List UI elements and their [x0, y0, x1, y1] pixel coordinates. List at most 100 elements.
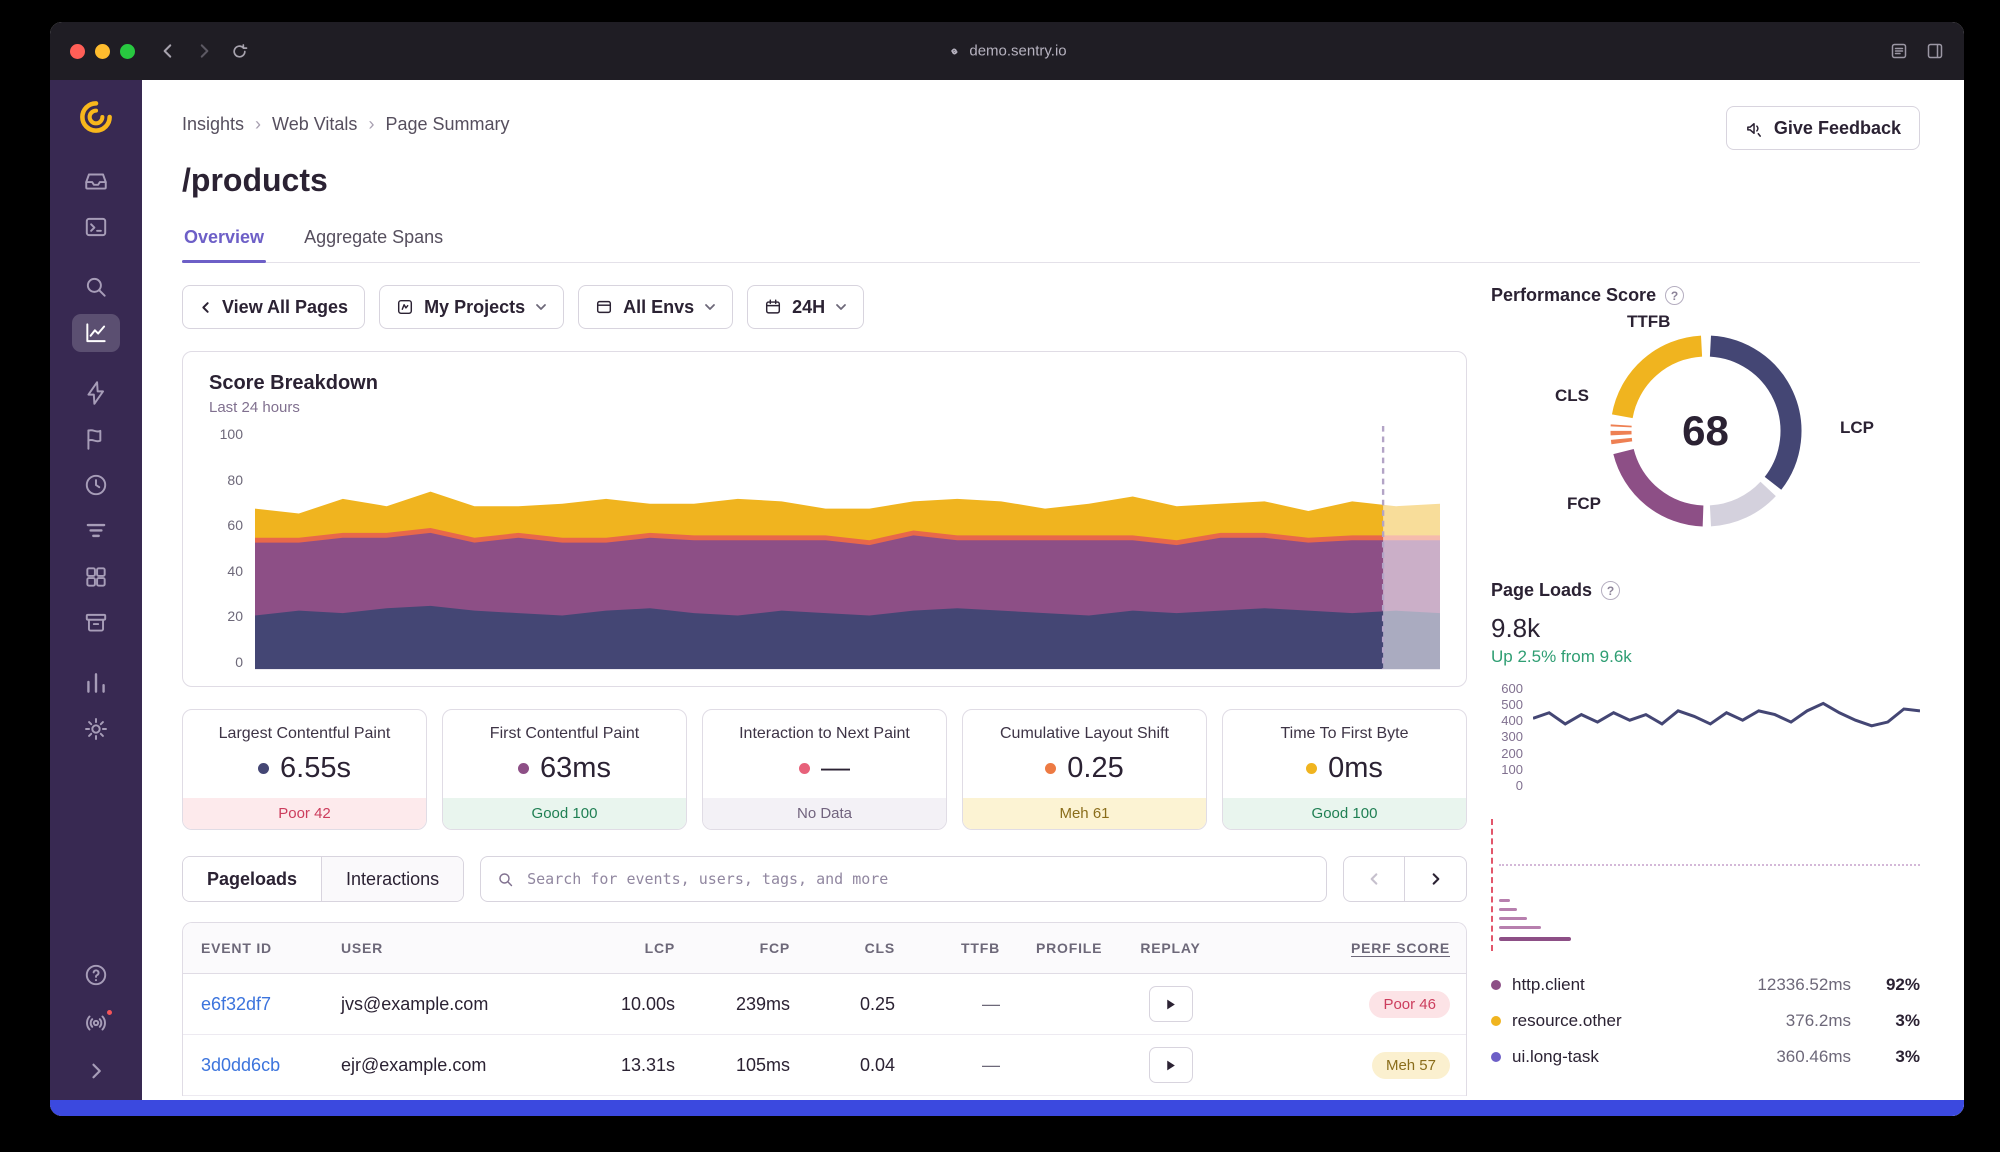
threshold-dashed-line [1491, 819, 1493, 951]
sentry-logo[interactable] [73, 94, 119, 140]
projects-filter-dropdown[interactable]: My Projects [379, 285, 565, 329]
column-header-perf-score[interactable]: PERF SCORE [1228, 923, 1466, 974]
sidebar-collapse-button[interactable] [72, 1052, 120, 1090]
next-page-button[interactable] [1405, 856, 1467, 902]
lcp-cell: 13.31s [578, 1034, 693, 1096]
vital-card-lcp[interactable]: Largest Contentful Paint 6.55s Poor 42 [182, 709, 427, 830]
reader-view-icon[interactable] [1890, 42, 1908, 60]
vital-card-fcp[interactable]: First Contentful Paint 63ms Good 100 [442, 709, 687, 830]
line-chart-icon [83, 320, 109, 346]
column-header-cls[interactable]: CLS [808, 923, 913, 974]
list-item[interactable]: ui.long-task 360.46ms 3% [1491, 1039, 1920, 1075]
page-tabs: Overview Aggregate Spans [182, 227, 1920, 263]
user-cell: ejr@example.com [323, 1034, 578, 1096]
vital-card-inp[interactable]: Interaction to Next Paint — No Data [702, 709, 947, 830]
span-op-list: http.client 12336.52ms 92% resource.othe… [1491, 967, 1920, 1075]
previous-page-button[interactable] [1343, 856, 1405, 902]
sidebar-item-search[interactable] [72, 268, 120, 306]
column-header-event-id[interactable]: EVENT ID [183, 923, 323, 974]
sidebar-item-releases[interactable] [72, 604, 120, 642]
breadcrumb: Insights › Web Vitals › Page Summary [182, 106, 510, 135]
back-icon[interactable] [159, 42, 177, 60]
sidebar-item-feedback[interactable] [72, 420, 120, 458]
sidebar-toggle-icon[interactable] [1926, 42, 1944, 60]
perf-score-badge: Meh 57 [1371, 1051, 1450, 1079]
lightning-icon [83, 380, 109, 406]
performance-score-heading: Performance Score ? [1491, 285, 1920, 306]
chevron-right-icon: › [368, 114, 375, 134]
minimize-window-button[interactable] [95, 43, 110, 59]
column-header-profile[interactable]: PROFILE [1018, 923, 1113, 974]
page-loads-heading: Page Loads ? [1491, 580, 1920, 601]
sidebar-item-stats[interactable] [72, 664, 120, 702]
bottom-banner [50, 1100, 1964, 1116]
reload-icon[interactable] [231, 43, 248, 60]
sidebar-item-issues[interactable] [72, 162, 120, 200]
replay-play-button[interactable] [1148, 986, 1193, 1022]
vital-card-ttfb[interactable]: Time To First Byte 0ms Good 100 [1222, 709, 1467, 830]
question-mark-icon[interactable]: ? [1665, 286, 1685, 305]
question-mark-icon[interactable]: ? [1601, 581, 1621, 600]
page-loads-count: 9.8k [1491, 613, 1541, 643]
column-header-user[interactable]: USER [323, 923, 578, 974]
lcp-cell: 10.00s [578, 973, 693, 1035]
date-range-dropdown[interactable]: 24H [747, 285, 865, 329]
column-header-ttfb[interactable]: TTFB [913, 923, 1018, 974]
samples-controls: Pageloads Interactions [182, 856, 1467, 902]
terminal-icon [83, 214, 109, 240]
zoom-window-button[interactable] [120, 43, 135, 59]
forward-icon[interactable] [195, 42, 213, 60]
list-item[interactable]: resource.other 376.2ms 3% [1491, 1003, 1920, 1039]
sidebar-item-explore[interactable] [72, 208, 120, 246]
filter-bar: View All Pages My Projects All Envs 24H [182, 285, 1467, 329]
search-icon [497, 871, 514, 888]
column-header-replay[interactable]: REPLAY [1113, 923, 1228, 974]
help-icon [83, 962, 109, 988]
vital-card-cls[interactable]: Cumulative Layout Shift 0.25 Meh 61 [962, 709, 1207, 830]
fcp-cell: 105ms [693, 1034, 808, 1096]
cls-dot [1045, 763, 1057, 774]
breadcrumb-item-web-vitals[interactable]: Web Vitals [272, 114, 357, 135]
breadcrumb-item-insights[interactable]: Insights [182, 114, 244, 135]
table-row: 3d0dd6cb ejr@example.com 13.31s 105ms 0.… [183, 1034, 1466, 1096]
sidebar-item-help[interactable] [72, 956, 120, 994]
replay-play-button[interactable] [1148, 1047, 1193, 1083]
performance-score-value: 68 [1682, 407, 1729, 454]
status-badge: Good 100 [1223, 798, 1466, 829]
sidebar-item-profiling[interactable] [72, 512, 120, 550]
issues-icon [83, 168, 109, 194]
chevron-left-icon [199, 301, 212, 314]
column-header-lcp[interactable]: LCP [578, 923, 693, 974]
span-op-dot [1491, 1052, 1501, 1062]
score-breakdown-subtitle: Last 24 hours [209, 399, 300, 416]
environment-filter-dropdown[interactable]: All Envs [578, 285, 734, 329]
sidebar-item-insights[interactable] [72, 314, 120, 352]
flag-icon [83, 426, 109, 452]
span-bar [1499, 937, 1571, 941]
event-id-link[interactable]: e6f32df7 [201, 994, 271, 1014]
sidebar-item-whats-new[interactable] [72, 1004, 120, 1042]
give-feedback-button[interactable]: Give Feedback [1725, 106, 1920, 150]
score-breakdown-chart [255, 426, 1440, 670]
column-header-fcp[interactable]: FCP [693, 923, 808, 974]
interactions-segment[interactable]: Interactions [321, 857, 464, 901]
ttfb-dot [1306, 763, 1318, 774]
close-window-button[interactable] [70, 43, 85, 59]
pagination [1343, 856, 1467, 902]
samples-table: EVENT ID USER LCP FCP CLS TTFB PROFILE R… [183, 923, 1466, 1096]
sidebar-item-settings[interactable] [72, 710, 120, 748]
tab-aggregate-spans[interactable]: Aggregate Spans [302, 227, 445, 262]
sidebar-item-performance[interactable] [72, 374, 120, 412]
sidebar-item-replays[interactable] [72, 466, 120, 504]
score-breakdown-title: Score Breakdown [209, 372, 378, 394]
tab-overview[interactable]: Overview [182, 227, 267, 263]
address-bar[interactable]: demo.sentry.io [947, 43, 1067, 60]
status-badge: Meh 61 [963, 798, 1206, 829]
browser-titlebar: demo.sentry.io [50, 22, 1964, 80]
view-all-pages-button[interactable]: View All Pages [182, 285, 366, 329]
search-input[interactable] [527, 870, 1310, 888]
sidebar-item-dashboards[interactable] [72, 558, 120, 596]
list-item[interactable]: http.client 12336.52ms 92% [1491, 967, 1920, 1003]
event-id-link[interactable]: 3d0dd6cb [201, 1055, 280, 1075]
pageloads-segment[interactable]: Pageloads [183, 857, 322, 901]
